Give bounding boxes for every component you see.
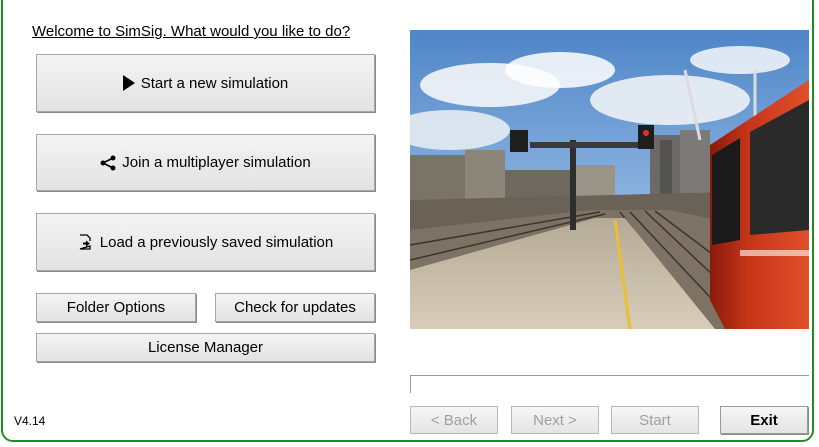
back-button[interactable]: < Back (410, 406, 498, 434)
progress-bar (410, 375, 809, 393)
welcome-heading: Welcome to SimSig. What would you like t… (32, 23, 351, 40)
exit-label: Exit (750, 411, 778, 429)
license-manager-button[interactable]: License Manager (36, 333, 375, 362)
start-label: Start (639, 411, 671, 429)
license-manager-label: License Manager (147, 339, 264, 356)
railway-station-photo (410, 30, 809, 329)
back-label: < Back (430, 411, 478, 429)
start-button[interactable]: Start (611, 406, 699, 434)
check-for-updates-label: Check for updates (234, 299, 356, 316)
file-open-icon (78, 234, 94, 250)
next-label: Next > (533, 411, 577, 429)
start-new-simulation-label: Start a new simulation (140, 74, 289, 92)
play-arrow-icon (122, 75, 135, 91)
share-icon (100, 155, 116, 171)
version-label: V4.14 (14, 414, 46, 428)
check-for-updates-button[interactable]: Check for updates (215, 293, 375, 322)
join-multiplayer-button[interactable]: Join a multiplayer simulation (36, 134, 375, 191)
load-saved-simulation-button[interactable]: Load a previously saved simulation (36, 213, 375, 271)
folder-options-button[interactable]: Folder Options (36, 293, 196, 322)
next-button[interactable]: Next > (511, 406, 599, 434)
exit-button[interactable]: Exit (720, 406, 808, 434)
load-saved-simulation-label: Load a previously saved simulation (99, 233, 334, 251)
folder-options-label: Folder Options (66, 299, 166, 316)
start-new-simulation-button[interactable]: Start a new simulation (36, 54, 375, 112)
join-multiplayer-label: Join a multiplayer simulation (122, 154, 311, 171)
